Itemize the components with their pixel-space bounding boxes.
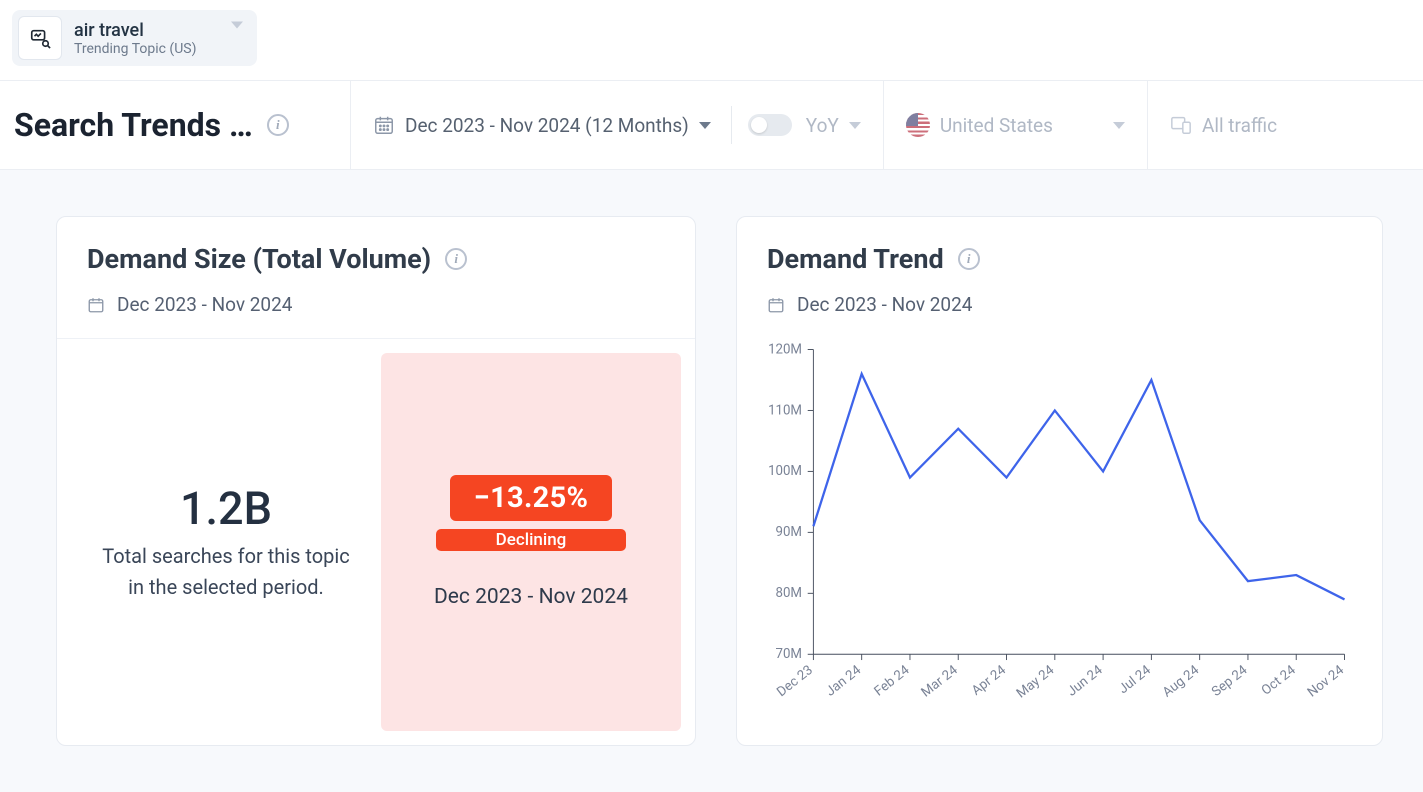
yoy-label: YoY <box>806 114 839 137</box>
card-header: Demand Trend i Dec 2023 - Nov 2024 <box>737 217 1382 338</box>
info-icon[interactable]: i <box>445 248 467 270</box>
chevron-down-icon <box>849 122 861 129</box>
svg-text:110M: 110M <box>768 403 802 418</box>
trend-range-text: Dec 2023 - Nov 2024 <box>434 585 628 609</box>
date-filter-label: Dec 2023 - Nov 2024 (12 Months) <box>405 114 689 137</box>
svg-text:Apr 24: Apr 24 <box>969 663 1009 699</box>
info-icon[interactable]: i <box>958 248 980 270</box>
card-subtitle: Dec 2023 - Nov 2024 <box>767 293 1352 316</box>
svg-text:Dec 23: Dec 23 <box>774 663 815 700</box>
traffic-filter-label: All traffic <box>1202 114 1277 137</box>
calendar-icon <box>767 296 785 314</box>
card-range: Dec 2023 - Nov 2024 <box>797 293 972 316</box>
filters: Dec 2023 - Nov 2024 (12 Months) YoY Unit… <box>350 81 1299 169</box>
status-badge: Declining <box>436 529 626 551</box>
svg-text:Oct 24: Oct 24 <box>1259 663 1299 699</box>
calendar-icon <box>87 296 105 314</box>
svg-text:Jul 24: Jul 24 <box>1116 663 1154 698</box>
page-title-wrap: Search Trends … i <box>0 106 350 144</box>
card-title-text: Demand Trend <box>767 243 944 275</box>
svg-text:Aug 24: Aug 24 <box>1160 663 1202 701</box>
calendar-icon <box>373 114 395 136</box>
info-icon[interactable]: i <box>267 114 289 136</box>
card-header: Demand Size (Total Volume) i Dec 2023 - … <box>57 217 695 339</box>
devices-icon <box>1170 114 1192 136</box>
total-volume-desc: Total searches for this topic in the sel… <box>102 541 350 603</box>
total-volume-value: 1.2B <box>180 482 272 535</box>
topic-text: air travel Trending Topic (US) <box>74 20 197 57</box>
svg-text:Feb 24: Feb 24 <box>872 663 913 700</box>
demand-trend-badge-box: −13.25% Declining Dec 2023 - Nov 2024 <box>381 353 681 731</box>
demand-size-stats: 1.2B Total searches for this topic in th… <box>71 353 381 731</box>
card-subtitle: Dec 2023 - Nov 2024 <box>87 293 665 316</box>
topic-subtitle: Trending Topic (US) <box>74 41 197 57</box>
topic-icon-box <box>18 16 62 60</box>
content: Demand Size (Total Volume) i Dec 2023 - … <box>0 170 1423 766</box>
svg-text:80M: 80M <box>776 586 802 601</box>
card-range: Dec 2023 - Nov 2024 <box>117 293 292 316</box>
svg-text:70M: 70M <box>776 647 802 662</box>
topic-selector[interactable]: air travel Trending Topic (US) <box>12 10 257 66</box>
analysis-icon <box>29 27 51 49</box>
svg-text:120M: 120M <box>768 342 802 357</box>
svg-text:Jan 24: Jan 24 <box>823 663 864 700</box>
card-title-text: Demand Size (Total Volume) <box>87 243 431 275</box>
chevron-down-icon <box>1113 122 1125 129</box>
country-filter[interactable]: United States <box>884 81 1148 169</box>
svg-text:Nov 24: Nov 24 <box>1305 663 1347 701</box>
chevron-down-icon <box>231 29 243 48</box>
demand-size-body: 1.2B Total searches for this topic in th… <box>57 339 695 745</box>
desc-line: in the selected period. <box>128 575 324 599</box>
demand-trend-chart: 70M80M90M100M110M120MDec 23Jan 24Feb 24M… <box>737 338 1382 745</box>
svg-text:May 24: May 24 <box>1014 663 1058 702</box>
traffic-filter[interactable]: All traffic <box>1148 81 1299 169</box>
top-bar: air travel Trending Topic (US) <box>0 0 1423 80</box>
pct-change-badge: −13.25% <box>450 475 613 521</box>
page-title: Search Trends … <box>14 106 253 144</box>
topic-title: air travel <box>74 20 197 41</box>
us-flag-icon <box>906 113 930 137</box>
demand-trend-card: Demand Trend i Dec 2023 - Nov 2024 70M 80… <box>736 216 1383 746</box>
svg-text:Mar 24: Mar 24 <box>919 663 961 701</box>
card-title: Demand Trend i <box>767 243 1352 275</box>
divider <box>731 106 732 144</box>
card-title: Demand Size (Total Volume) i <box>87 243 665 275</box>
svg-text:Jun 24: Jun 24 <box>1065 663 1106 700</box>
country-filter-label: United States <box>940 114 1053 137</box>
date-filter[interactable]: Dec 2023 - Nov 2024 (12 Months) YoY <box>351 81 884 169</box>
svg-text:90M: 90M <box>776 525 802 540</box>
filter-bar: Search Trends … i Dec 2023 - Nov 2024 (1… <box>0 80 1423 170</box>
desc-line: Total searches for this topic <box>102 544 350 568</box>
yoy-toggle[interactable] <box>748 114 792 136</box>
chevron-down-icon <box>699 122 711 129</box>
svg-text:100M: 100M <box>768 464 802 479</box>
svg-text:Sep 24: Sep 24 <box>1209 663 1251 700</box>
demand-size-card: Demand Size (Total Volume) i Dec 2023 - … <box>56 216 696 746</box>
line-chart-svg: 70M80M90M100M110M120MDec 23Jan 24Feb 24M… <box>747 338 1354 721</box>
